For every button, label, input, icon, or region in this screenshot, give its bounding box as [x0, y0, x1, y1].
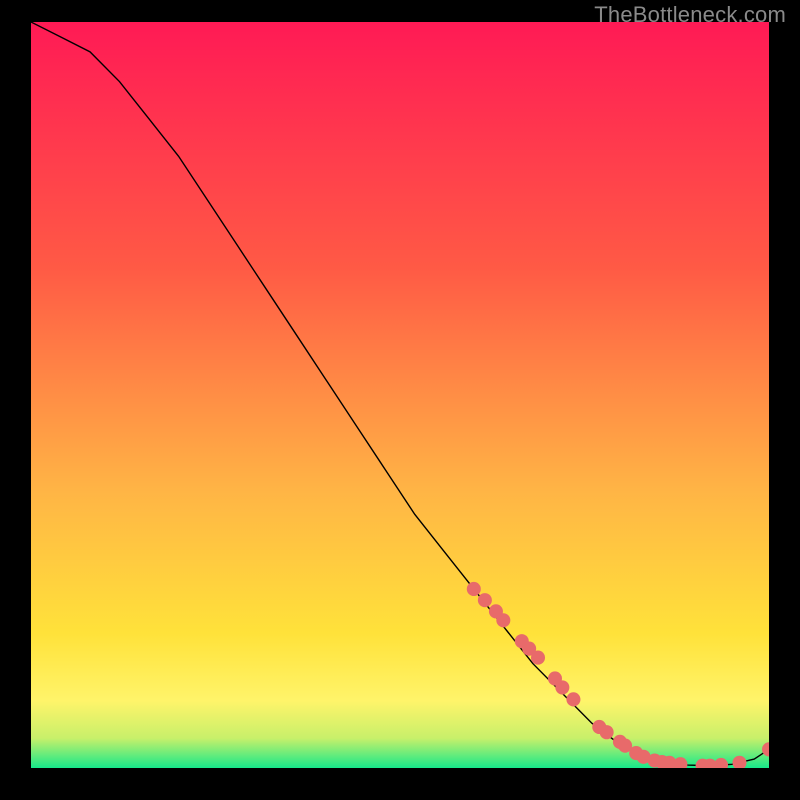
- marker-dot: [478, 593, 492, 607]
- marker-dot: [566, 692, 580, 706]
- chart-svg: [31, 22, 769, 768]
- chart-area: [31, 22, 769, 768]
- marker-dot: [496, 613, 510, 627]
- marker-dot: [600, 725, 614, 739]
- gradient-background: [31, 22, 769, 768]
- marker-dot: [467, 582, 481, 596]
- marker-dot: [531, 651, 545, 665]
- watermark-text: TheBottleneck.com: [594, 2, 786, 28]
- marker-dot: [555, 680, 569, 694]
